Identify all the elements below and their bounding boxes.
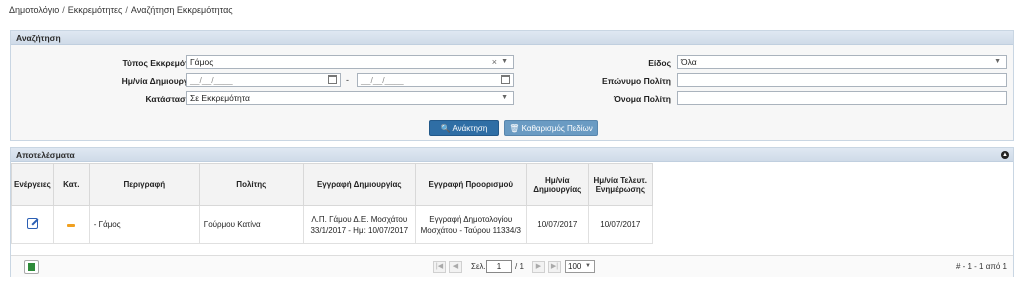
date-from-placeholder: __/__/____ bbox=[190, 75, 233, 85]
collapse-icon[interactable]: ▲ bbox=[1001, 151, 1009, 159]
search-icon: 🔍 bbox=[440, 124, 451, 133]
page-size-select[interactable]: 100 ▼ bbox=[565, 260, 595, 273]
breadcrumb-separator: / bbox=[125, 5, 128, 15]
first-page-button[interactable]: |◀ bbox=[433, 261, 446, 273]
search-button-label: Ανάκτηση bbox=[452, 124, 488, 133]
clear-fields-button-label: Καθαρισμός Πεδίων bbox=[521, 124, 593, 133]
row-creation-entry: Λ.Π. Γάμου Δ.Ε. Μοσχάτου 33/1/2017 - Ημ:… bbox=[302, 205, 416, 244]
last-page-button[interactable]: ▶| bbox=[548, 261, 561, 273]
trash-icon: 🗑 bbox=[509, 124, 520, 133]
column-header-destination-entry[interactable]: Εγγραφή Προορισμού bbox=[414, 163, 527, 206]
name-input[interactable] bbox=[677, 91, 1007, 105]
date-to-input[interactable]: __/__/____ bbox=[357, 73, 514, 87]
column-header-category[interactable]: Κατ. bbox=[52, 163, 90, 206]
pager: |◀ ◀ Σελ. 1 / 1 ▶ ▶| 100 ▼ # - 1 - 1 από… bbox=[11, 255, 1013, 277]
prev-page-button[interactable]: ◀ bbox=[449, 261, 462, 273]
row-description: - Γάμος bbox=[88, 205, 200, 244]
type-select-value: Γάμος bbox=[190, 57, 214, 67]
column-header-citizen[interactable]: Πολίτης bbox=[198, 163, 304, 206]
page-total: / 1 bbox=[515, 262, 524, 271]
date-label: Ημ/νία Δημιουργ. bbox=[121, 76, 191, 86]
chevron-down-icon: ▼ bbox=[501, 58, 508, 65]
results-table: Ενέργειες Κατ. Περιγραφή Πολίτης Εγγραφή… bbox=[11, 163, 653, 244]
name-label: Όνομα Πολίτη bbox=[613, 94, 671, 104]
calendar-icon[interactable] bbox=[501, 75, 510, 84]
kind-select-value: Όλα bbox=[681, 57, 697, 67]
breadcrumb-item-registry[interactable]: Δημοτολόγιο bbox=[9, 5, 59, 15]
chevron-down-icon: ▼ bbox=[501, 94, 508, 101]
status-select-value: Σε Εκκρεμότητα bbox=[190, 93, 250, 103]
chevron-down-icon: ▼ bbox=[585, 263, 591, 269]
kind-select[interactable]: Όλα ▼ bbox=[677, 55, 1007, 69]
search-button[interactable]: 🔍 Ανάκτηση bbox=[429, 120, 499, 136]
row-destination-entry: Εγγραφή Δημοτολογίου Μοσχάτου - Ταύρου 1… bbox=[414, 205, 527, 244]
page-size-value: 100 bbox=[568, 262, 582, 271]
column-header-actions[interactable]: Ενέργειες bbox=[11, 163, 54, 206]
pager-info: # - 1 - 1 από 1 bbox=[955, 262, 1007, 271]
kind-label: Είδος bbox=[648, 58, 671, 68]
surname-label: Επώνυμο Πολίτη bbox=[602, 76, 671, 86]
date-range-separator: - bbox=[346, 75, 349, 85]
column-header-description[interactable]: Περιγραφή bbox=[88, 163, 200, 206]
page-number-input[interactable]: 1 bbox=[486, 260, 512, 273]
breadcrumb-item-current: Αναζήτηση Εκκρεμότητας bbox=[130, 5, 233, 15]
calendar-icon[interactable] bbox=[328, 75, 337, 84]
column-header-creation-entry[interactable]: Εγγραφή Δημιουργίας bbox=[302, 163, 416, 206]
type-select[interactable]: Γάμος × ▼ bbox=[186, 55, 514, 69]
results-title-text: Αποτελέσματα bbox=[16, 150, 75, 160]
date-from-input[interactable]: __/__/____ bbox=[186, 73, 341, 87]
search-panel: Αναζήτηση Τύπος Εκκρεμότ. Γάμος × ▼ Ημ/ν… bbox=[10, 30, 1014, 141]
page-label: Σελ. bbox=[471, 262, 486, 271]
column-header-created-date[interactable]: Ημ/νία Δημιουργίας bbox=[525, 163, 589, 206]
next-page-button[interactable]: ▶ bbox=[532, 261, 545, 273]
results-panel: Αποτελέσματα ▲ Ενέργειες Κατ. Περιγραφή … bbox=[10, 147, 1014, 277]
row-actions-cell bbox=[11, 205, 54, 244]
breadcrumb-separator: / bbox=[62, 5, 65, 15]
excel-export-icon[interactable] bbox=[24, 260, 39, 274]
status-label: Κατάσταση bbox=[145, 94, 191, 104]
column-header-updated-date[interactable]: Ημ/νία Τελευτ. Ενημέρωσης bbox=[587, 163, 653, 206]
row-citizen: Γούρμου Κατίνα bbox=[198, 205, 304, 244]
search-panel-title: Αναζήτηση bbox=[11, 31, 1013, 45]
table-header-row: Ενέργειες Κατ. Περιγραφή Πολίτης Εγγραφή… bbox=[11, 163, 653, 206]
row-category-cell bbox=[52, 205, 90, 244]
pending-status-icon bbox=[67, 224, 76, 227]
results-panel-title: Αποτελέσματα ▲ bbox=[11, 148, 1013, 162]
row-updated-date: 10/07/2017 bbox=[587, 205, 653, 244]
status-select[interactable]: Σε Εκκρεμότητα ▼ bbox=[186, 91, 514, 105]
row-created-date: 10/07/2017 bbox=[525, 205, 589, 244]
table-row: - Γάμος Γούρμου Κατίνα Λ.Π. Γάμου Δ.Ε. Μ… bbox=[11, 205, 653, 244]
surname-input[interactable] bbox=[677, 73, 1007, 87]
date-to-placeholder: __/__/____ bbox=[361, 75, 404, 85]
breadcrumb-item-pending[interactable]: Εκκρεμότητες bbox=[68, 5, 123, 15]
chevron-down-icon: ▼ bbox=[994, 58, 1001, 65]
type-label: Τύπος Εκκρεμότ. bbox=[122, 58, 191, 68]
edit-icon[interactable] bbox=[26, 217, 38, 229]
clear-icon[interactable]: × bbox=[492, 56, 497, 68]
clear-fields-button[interactable]: 🗑 Καθαρισμός Πεδίων bbox=[504, 120, 598, 136]
breadcrumb: Δημοτολόγιο / Εκκρεμότητες / Αναζήτηση Εκκρε… bbox=[9, 5, 233, 15]
